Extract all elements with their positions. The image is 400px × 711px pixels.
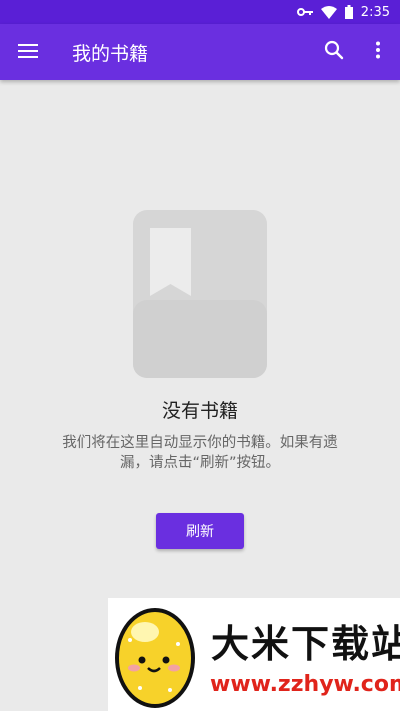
battery-icon — [344, 5, 353, 19]
search-icon — [324, 40, 344, 64]
bookmark-book-icon — [133, 210, 267, 378]
menu-icon — [18, 43, 38, 62]
empty-state-title: 没有书籍 — [161, 400, 238, 422]
watermark-url: www.zzhyw.com — [210, 671, 400, 697]
rice-mascot-icon — [110, 600, 200, 710]
wifi-icon — [320, 5, 337, 19]
empty-state: 没有书籍 我们将在这里自动显示你的书籍。如果有遗漏，请点击“刷新”按钮。 刷新 — [0, 210, 400, 549]
watermark: 大米下载站 www.zzhyw.com — [108, 598, 400, 711]
refresh-button[interactable]: 刷新 — [156, 513, 244, 549]
page-title: 我的书籍 — [72, 42, 149, 65]
app-bar: 我的书籍 — [0, 24, 400, 80]
more-options-button[interactable] — [356, 24, 400, 80]
menu-button[interactable] — [0, 24, 56, 80]
empty-state-description: 我们将在这里自动显示你的书籍。如果有遗漏，请点击“刷新”按钮。 — [62, 435, 338, 471]
status-bar: 2:35 — [0, 0, 400, 24]
key-icon — [296, 7, 313, 17]
watermark-text: 大米下载站 www.zzhyw.com — [210, 613, 400, 697]
status-time: 2:35 — [360, 4, 390, 20]
search-button[interactable] — [312, 24, 356, 80]
more-vert-icon — [375, 41, 381, 63]
watermark-name: 大米下载站 — [210, 621, 400, 666]
